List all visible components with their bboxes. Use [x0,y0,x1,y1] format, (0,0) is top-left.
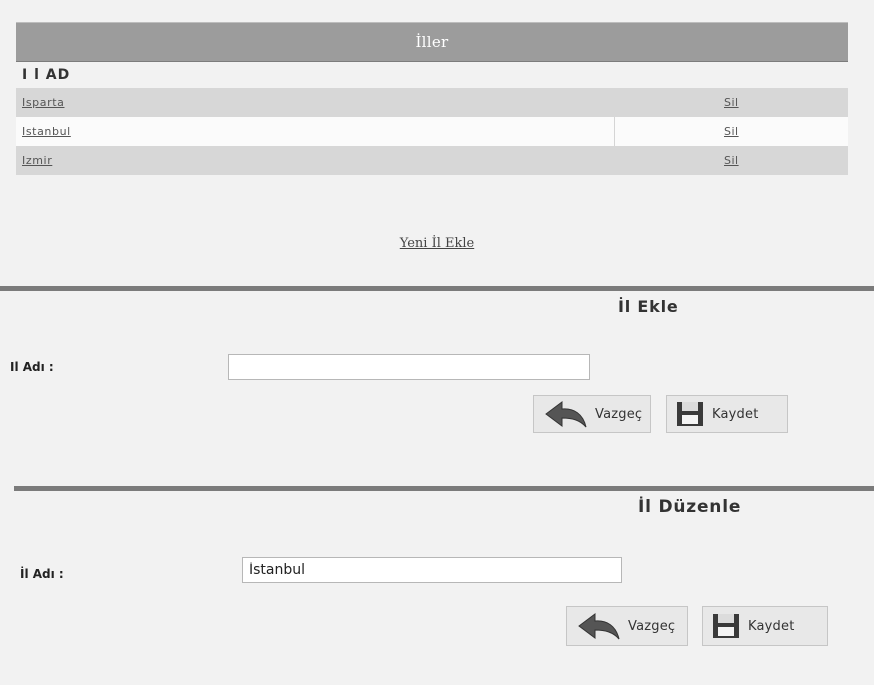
edit-cancel-label: Vazgeç [628,618,676,634]
section-divider-edit [14,486,874,491]
edit-section-title: İl Düzenle [638,497,742,517]
section-divider-add [0,286,874,291]
table-row: Istanbul Sil [16,117,848,146]
floppy-disk-icon [675,400,705,428]
delete-link-izmir[interactable]: Sil [724,154,739,167]
table-row: Isparta Sil [16,88,848,117]
table-row: Izmir Sil [16,146,848,175]
city-link-izmir[interactable]: Izmir [16,154,52,167]
city-link-isparta[interactable]: Isparta [16,96,64,109]
cities-grid: İller I l AD Isparta Sil Istanbul Sil Iz… [16,22,848,175]
floppy-disk-icon [711,612,741,640]
add-save-button[interactable]: Kaydet [666,395,788,433]
edit-save-label: Kaydet [748,618,795,634]
edit-city-name-label: İl Adı : [20,567,64,581]
edit-save-button[interactable]: Kaydet [702,606,828,646]
delete-link-isparta[interactable]: Sil [724,96,739,109]
grid-title: İller [415,33,449,51]
delete-link-istanbul[interactable]: Sil [724,125,739,138]
add-save-label: Kaydet [712,406,759,422]
add-cancel-label: Vazgeç [595,406,643,422]
grid-title-bar: İller [16,22,848,62]
add-city-name-label: Il Adı : [10,360,54,374]
add-cancel-button[interactable]: Vazgeç [533,395,651,433]
column-divider [614,117,615,146]
undo-arrow-icon [542,399,588,429]
edit-city-name-input[interactable] [242,557,622,583]
add-section-title: İl Ekle [618,297,679,316]
add-new-city-link[interactable]: Yeni İl Ekle [0,236,874,251]
edit-cancel-button[interactable]: Vazgeç [566,606,688,646]
undo-arrow-icon [575,611,621,641]
add-city-name-input[interactable] [228,354,590,380]
city-link-istanbul[interactable]: Istanbul [16,125,71,138]
column-header-il-ad: I l AD [22,67,71,83]
